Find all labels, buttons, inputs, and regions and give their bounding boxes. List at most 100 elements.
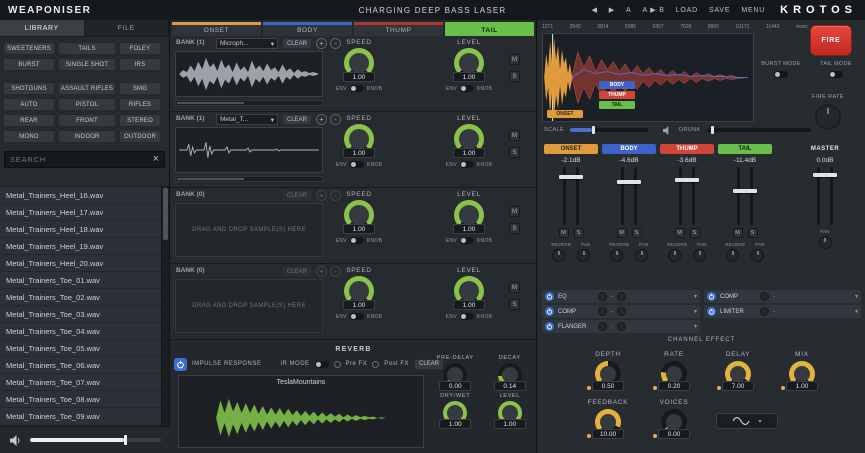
chevron-down-icon[interactable]: ▾ bbox=[694, 308, 697, 315]
fx-param-knob[interactable] bbox=[760, 307, 769, 316]
channel-fader[interactable] bbox=[733, 167, 757, 225]
drunk-handle[interactable] bbox=[711, 126, 714, 134]
fx-power-icon[interactable] bbox=[707, 292, 716, 301]
fx-power-icon[interactable] bbox=[545, 307, 554, 316]
chevron-down-icon[interactable]: ▾ bbox=[694, 323, 697, 330]
fx-param-knob[interactable] bbox=[617, 307, 626, 316]
category-mono[interactable]: MONO bbox=[3, 130, 55, 143]
bank-clear-button[interactable]: CLEAR bbox=[282, 190, 312, 201]
fader-handle[interactable] bbox=[813, 173, 837, 177]
reverb-send-knob[interactable] bbox=[726, 249, 739, 262]
list-item[interactable]: Metal_Trainers_Toe_02.wav bbox=[0, 289, 162, 306]
fire-button[interactable]: FIRE bbox=[810, 25, 852, 56]
list-item[interactable]: Metal_Trainers_Toe_05.wav bbox=[0, 340, 162, 357]
fx-param-knob[interactable] bbox=[598, 292, 607, 301]
fx-param-knob[interactable] bbox=[617, 322, 626, 331]
solo-button[interactable]: S bbox=[509, 71, 520, 82]
tail-region-tag[interactable]: TAIL bbox=[599, 101, 635, 109]
sequence-waveform-display[interactable]: ONSET BODY THUMP TAIL bbox=[542, 33, 754, 122]
category-single-shot[interactable]: SINGLE SHOT bbox=[58, 58, 116, 71]
bank-clear-button[interactable]: CLEAR bbox=[282, 266, 312, 277]
reverb-send-knob[interactable] bbox=[552, 249, 565, 262]
solo-button[interactable]: S bbox=[574, 228, 584, 238]
fader-handle[interactable] bbox=[733, 189, 757, 193]
mute-button[interactable]: M bbox=[559, 228, 569, 238]
pan-knob[interactable] bbox=[819, 236, 832, 249]
category-rifles[interactable]: RIFLES bbox=[119, 98, 161, 111]
category-stereo[interactable]: STEREO bbox=[119, 114, 161, 127]
scale-handle[interactable] bbox=[592, 126, 595, 134]
add-sample-icon[interactable]: + bbox=[316, 190, 327, 201]
tab-file[interactable]: FILE bbox=[85, 20, 170, 36]
env-knob-toggle[interactable] bbox=[460, 237, 474, 244]
category-tails[interactable]: TAILS bbox=[58, 42, 116, 55]
env-knob-toggle[interactable] bbox=[460, 313, 474, 320]
reverb-power-icon[interactable] bbox=[174, 358, 187, 371]
list-item[interactable]: Metal_Trainers_Heel_20.wav bbox=[0, 255, 162, 272]
file-list-scrollbar[interactable] bbox=[161, 186, 169, 426]
category-foley[interactable]: FOLEY bbox=[119, 42, 161, 55]
channel-fader[interactable] bbox=[559, 167, 583, 225]
bank-clear-button[interactable]: CLEAR bbox=[282, 38, 312, 49]
mute-button[interactable]: M bbox=[509, 206, 520, 217]
tab-tail[interactable]: TAIL bbox=[445, 22, 534, 36]
category-pistol[interactable]: PISTOL bbox=[58, 98, 116, 111]
pan-knob[interactable] bbox=[693, 249, 706, 262]
body-region-tag[interactable]: BODY bbox=[599, 81, 635, 89]
mute-button[interactable]: M bbox=[733, 228, 743, 238]
clear-search-icon[interactable]: × bbox=[153, 154, 159, 165]
strip-header[interactable]: TAIL bbox=[718, 144, 772, 154]
solo-button[interactable]: S bbox=[632, 228, 642, 238]
scrollbar-thumb[interactable] bbox=[163, 188, 168, 240]
solo-button[interactable]: S bbox=[690, 228, 700, 238]
bank-source-dropdown[interactable]: Metal_T... ▾ bbox=[216, 114, 278, 125]
channel-fader[interactable] bbox=[617, 167, 641, 225]
post-fx-radio[interactable] bbox=[372, 361, 379, 368]
category-irs[interactable]: IRS bbox=[119, 58, 161, 71]
bank-clear-button[interactable]: CLEAR bbox=[282, 114, 312, 125]
pre-fx-radio[interactable] bbox=[334, 361, 341, 368]
env-knob-toggle[interactable] bbox=[460, 85, 474, 92]
solo-button[interactable]: S bbox=[509, 147, 520, 158]
category-shotguns[interactable]: SHOTGUNS bbox=[3, 82, 55, 95]
add-sample-icon[interactable]: + bbox=[316, 114, 327, 125]
category-burst[interactable]: BURST bbox=[3, 58, 55, 71]
solo-button[interactable]: S bbox=[509, 299, 520, 310]
tab-onset[interactable]: ONSET bbox=[172, 22, 261, 36]
list-item[interactable]: Metal_Trainers_Heel_16.wav bbox=[0, 187, 162, 204]
next-preset-button[interactable]: ▶ bbox=[609, 6, 615, 14]
load-button[interactable]: LOAD bbox=[676, 7, 698, 14]
category-rear[interactable]: REAR bbox=[3, 114, 55, 127]
master-fader[interactable] bbox=[813, 167, 837, 225]
save-button[interactable]: SAVE bbox=[709, 7, 730, 14]
burst-mode-toggle[interactable] bbox=[774, 71, 788, 78]
lfo-waveform-selector[interactable]: ▾ bbox=[716, 413, 778, 429]
category-smg[interactable]: SMG bbox=[119, 82, 161, 95]
category-auto[interactable]: AUTO bbox=[3, 98, 55, 111]
list-item[interactable]: Metal_Trainers_Toe_01.wav bbox=[0, 272, 162, 289]
add-sample-icon[interactable]: + bbox=[316, 266, 327, 277]
mute-button[interactable]: M bbox=[509, 54, 520, 65]
list-item[interactable]: Metal_Trainers_Heel_18.wav bbox=[0, 221, 162, 238]
strip-header[interactable]: ONSET bbox=[544, 144, 598, 154]
mute-button[interactable]: M bbox=[509, 282, 520, 293]
reverb-send-knob[interactable] bbox=[610, 249, 623, 262]
fader-handle[interactable] bbox=[559, 175, 583, 179]
sample-drop-zone[interactable]: DRAG AND DROP SAMPLE(S) HERE bbox=[175, 203, 323, 257]
tab-body[interactable]: BODY bbox=[263, 22, 352, 36]
impulse-response-display[interactable]: TeslaMountains bbox=[178, 375, 424, 448]
env-knob-toggle[interactable] bbox=[460, 161, 474, 168]
onset-region-tag[interactable]: ONSET bbox=[547, 110, 583, 118]
fx-param-knob[interactable] bbox=[617, 292, 626, 301]
solo-button[interactable]: S bbox=[509, 223, 520, 234]
list-item[interactable]: Metal_Trainers_Toe_07.wav bbox=[0, 374, 162, 391]
menu-button[interactable]: MENU bbox=[741, 7, 765, 14]
reverb-send-knob[interactable] bbox=[668, 249, 681, 262]
list-item[interactable]: Metal_Trainers_Toe_03.wav bbox=[0, 306, 162, 323]
chevron-down-icon[interactable]: ▾ bbox=[855, 293, 858, 300]
tab-library[interactable]: LIBRARY bbox=[0, 20, 85, 36]
volume-handle[interactable] bbox=[124, 435, 127, 445]
preview-volume-slider[interactable] bbox=[30, 438, 161, 442]
env-knob-toggle[interactable] bbox=[350, 161, 364, 168]
fader-handle[interactable] bbox=[675, 178, 699, 182]
